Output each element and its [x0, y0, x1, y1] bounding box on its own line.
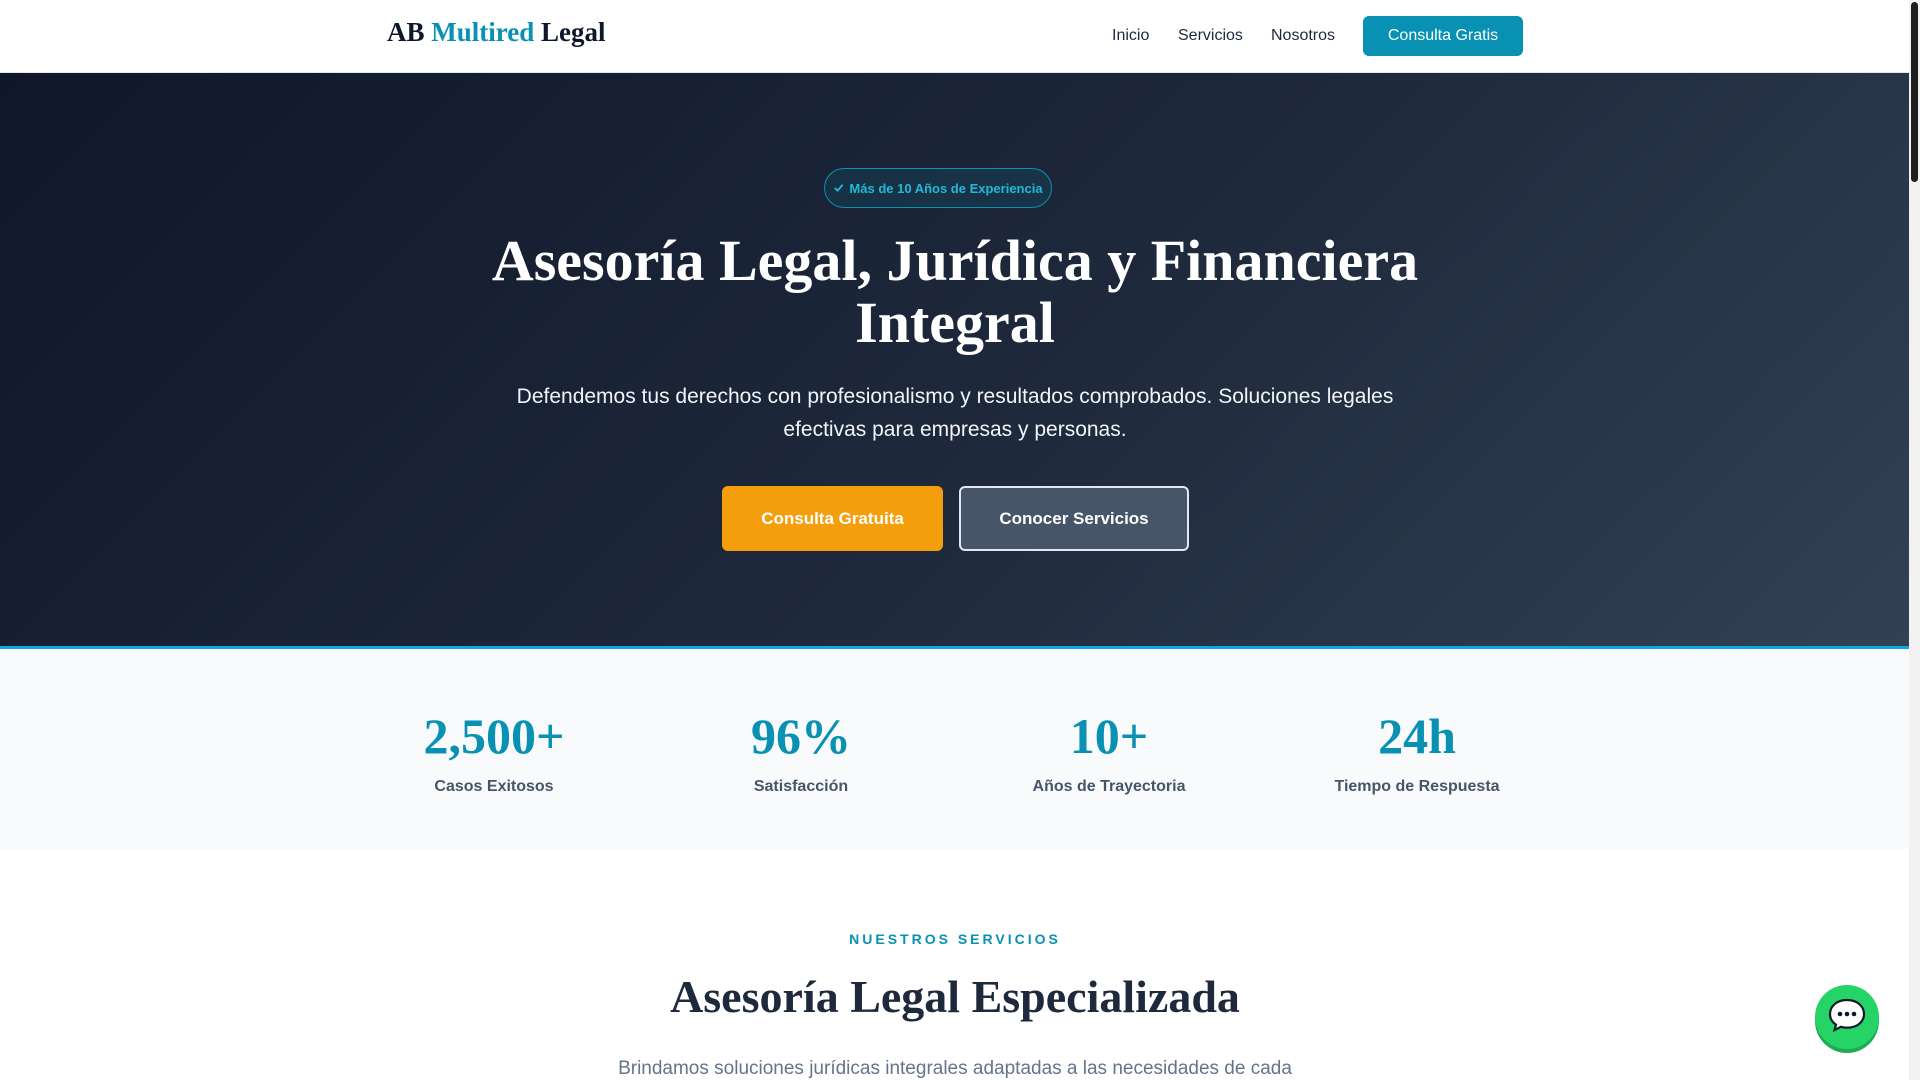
header-consulta-button[interactable]: Consulta Gratis [1363, 16, 1523, 56]
stat-value: 10+ [1069, 708, 1149, 764]
stats-section: 2,500+ Casos Exitosos 96% Satisfacción 1… [0, 649, 1909, 849]
nav-link-servicios[interactable]: Servicios [1178, 27, 1243, 45]
page-scrollbar[interactable] [1909, 0, 1920, 1080]
check-icon [833, 181, 844, 196]
nav-link-nosotros[interactable]: Nosotros [1271, 27, 1335, 45]
scrollbar-thumb[interactable] [1911, 2, 1918, 182]
stat-label: Satisfacción [753, 778, 849, 795]
chat-bubble-icon [1827, 997, 1867, 1038]
nav-link-inicio[interactable]: Inicio [1112, 27, 1149, 45]
hero-subtitle: Defendemos tus derechos con profesionali… [516, 385, 1394, 441]
services-subtitle: Brindamos soluciones jurídicas integrale… [618, 1058, 1292, 1079]
conocer-servicios-button[interactable]: Conocer Servicios [959, 486, 1189, 551]
logo-part-2: Multired [431, 17, 535, 47]
experience-badge: Más de 10 Años de Experiencia [824, 168, 1052, 208]
stat-label: Casos Exitosos [434, 778, 554, 795]
hero-section [0, 73, 1909, 648]
stat-label: Años de Trayectoria [1032, 778, 1186, 795]
logo[interactable]: AB Multired Legal [387, 17, 606, 48]
chat-button[interactable] [1815, 985, 1879, 1049]
stat-value: 2,500+ [423, 708, 565, 764]
hero-title: Asesoría Legal, Jurídica y Financiera In… [491, 228, 1419, 355]
page: AB Multired Legal Inicio Servicios Nosot… [0, 0, 1909, 1080]
stat-value: 24h [1378, 708, 1456, 764]
site-header: AB Multired Legal Inicio Servicios Nosot… [0, 0, 1909, 73]
stat-label: Tiempo de Respuesta [1334, 778, 1500, 795]
services-title: Asesoría Legal Especializada [670, 971, 1240, 1022]
experience-badge-label: Más de 10 Años de Experiencia [849, 180, 1043, 196]
logo-part-1: AB [387, 17, 425, 47]
consulta-gratuita-button[interactable]: Consulta Gratuita [722, 486, 943, 551]
logo-part-3: Legal [541, 17, 606, 47]
stat-value: 96% [751, 708, 851, 764]
services-eyebrow: NUESTROS SERVICIOS [849, 931, 1061, 947]
